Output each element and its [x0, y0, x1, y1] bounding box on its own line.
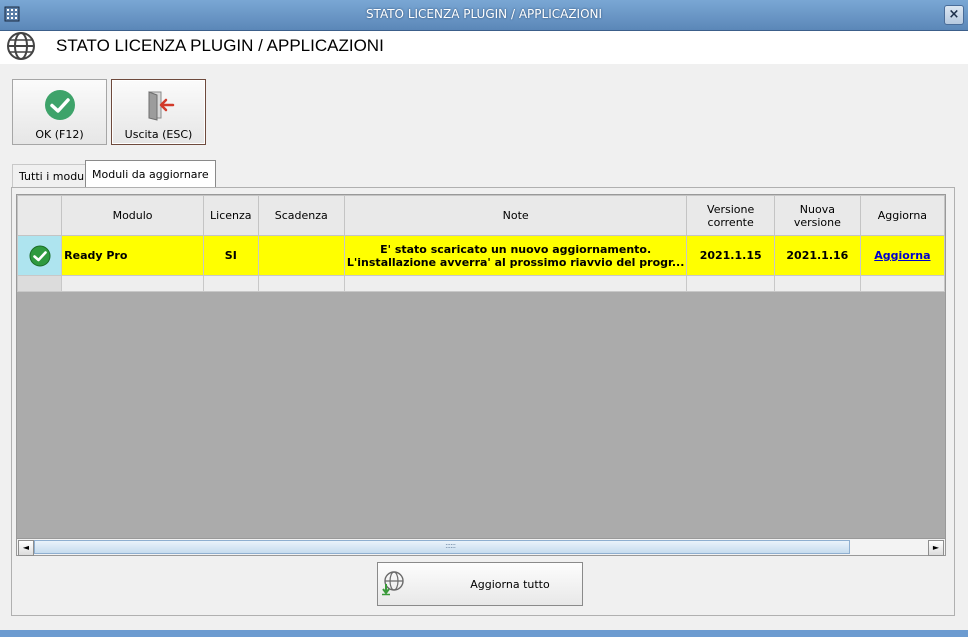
table-row[interactable]: Ready Pro SI E' stato scaricato un nuovo…	[17, 235, 945, 276]
empty-cell	[61, 275, 204, 292]
page-header: STATO LICENZA PLUGIN / APPLICAZIONI	[0, 31, 968, 64]
cell-aggiorna: Aggiorna	[859, 235, 945, 276]
cell-nuova-versione: 2021.1.16	[773, 235, 861, 276]
column-header-nuova-versione[interactable]: Nuova versione	[773, 195, 861, 236]
row-indicator-header	[17, 195, 63, 236]
exit-door-icon	[148, 91, 175, 121]
column-header-modulo[interactable]: Modulo	[61, 195, 204, 236]
table-row-empty[interactable]	[17, 275, 945, 292]
title-bar: STATO LICENZA PLUGIN / APPLICAZIONI ×	[0, 0, 968, 31]
scrollbar-thumb[interactable]: ::::::	[34, 540, 850, 554]
cell-scadenza	[257, 235, 345, 276]
tab-modules-to-update[interactable]: Moduli da aggiornare	[85, 160, 216, 188]
note-line-2: L'installazione avverra' al prossimo ria…	[346, 255, 685, 269]
row-status-cell	[17, 235, 63, 276]
window-title: STATO LICENZA PLUGIN / APPLICAZIONI	[365, 7, 603, 21]
ok-button-label: OK (F12)	[35, 128, 84, 141]
empty-cell	[859, 275, 945, 292]
close-button[interactable]: ×	[944, 5, 964, 25]
globe-download-icon	[382, 571, 404, 596]
scrollbar-grip: ::::::	[445, 541, 456, 550]
column-header-scadenza[interactable]: Scadenza	[257, 195, 345, 236]
empty-cell	[202, 275, 259, 292]
cell-modulo: Ready Pro	[61, 235, 204, 276]
globe-icon	[7, 32, 35, 60]
empty-cell	[257, 275, 345, 292]
horizontal-scrollbar[interactable]: ◄ :::::: ►	[16, 538, 946, 556]
page-title: STATO LICENZA PLUGIN / APPLICAZIONI	[56, 36, 384, 55]
check-circle-icon	[45, 90, 75, 120]
window-bottom-border	[0, 630, 968, 637]
cell-note: E' stato scaricato un nuovo aggiornament…	[343, 235, 688, 276]
check-circle-icon	[29, 245, 51, 266]
column-header-note[interactable]: Note	[343, 195, 688, 236]
cell-versione-corrente: 2021.1.15	[686, 235, 775, 276]
scroll-left-arrow[interactable]: ◄	[18, 540, 34, 556]
aggiorna-link[interactable]: Aggiorna	[874, 249, 930, 262]
column-header-versione-corrente[interactable]: Versione corrente	[686, 195, 775, 236]
column-header-licenza[interactable]: Licenza	[202, 195, 259, 236]
scroll-right-arrow[interactable]: ►	[928, 540, 944, 556]
update-all-label: Aggiorna tutto	[470, 578, 550, 591]
cell-licenza: SI	[202, 235, 259, 276]
modules-table: Modulo Licenza Scadenza Note Versione co…	[17, 195, 945, 292]
modules-grid[interactable]: Modulo Licenza Scadenza Note Versione co…	[16, 194, 946, 556]
update-all-button[interactable]: Aggiorna tutto	[377, 562, 583, 606]
empty-cell	[686, 275, 775, 292]
exit-button-label: Uscita (ESC)	[124, 128, 193, 141]
empty-cell	[773, 275, 861, 292]
row-indicator	[17, 275, 63, 292]
note-line-1: E' stato scaricato un nuovo aggiornament…	[380, 242, 652, 256]
column-header-aggiorna[interactable]: Aggiorna	[859, 195, 945, 236]
ok-button[interactable]: OK (F12)	[12, 79, 107, 145]
empty-cell	[343, 275, 688, 292]
exit-button[interactable]: Uscita (ESC)	[111, 79, 206, 145]
